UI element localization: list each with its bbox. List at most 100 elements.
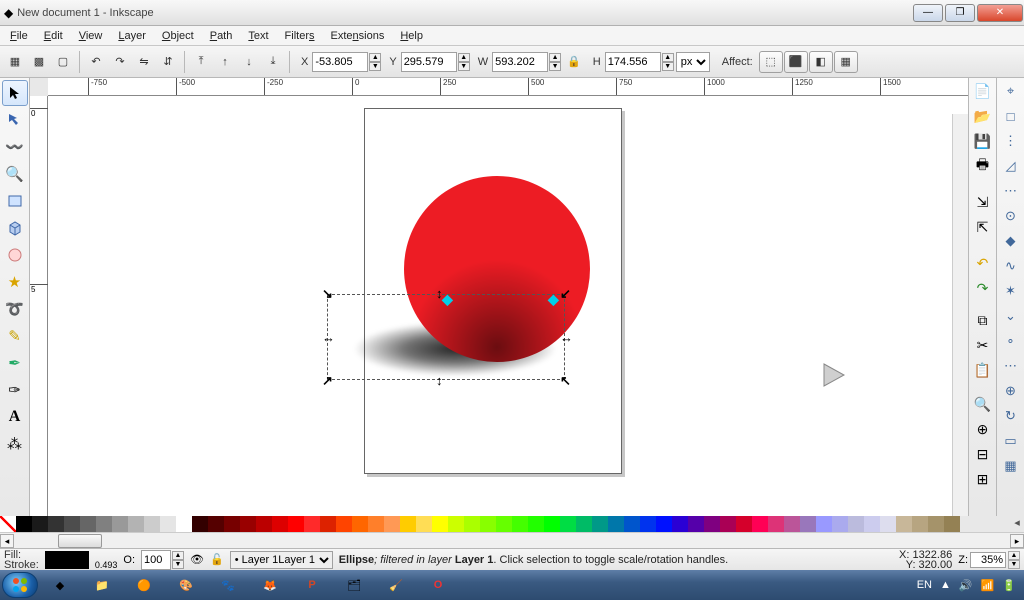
start-button[interactable] bbox=[2, 572, 38, 598]
tray-flag-icon[interactable]: ▲ bbox=[940, 579, 951, 591]
color-swatch[interactable] bbox=[448, 516, 464, 532]
color-swatch[interactable] bbox=[800, 516, 816, 532]
color-swatch[interactable] bbox=[528, 516, 544, 532]
color-swatch[interactable] bbox=[160, 516, 176, 532]
selector-tool[interactable] bbox=[2, 80, 28, 106]
down-arrow-icon[interactable]: ▼ bbox=[458, 62, 470, 71]
menu-file[interactable]: File bbox=[4, 28, 34, 44]
snap-cusp-button[interactable]: ⌄ bbox=[1000, 305, 1022, 327]
node-handle[interactable]: ◆ bbox=[548, 294, 558, 304]
affect-corners-button[interactable]: ⬛ bbox=[784, 51, 808, 73]
undo-button[interactable]: ↶ bbox=[972, 252, 994, 274]
resize-handle-w[interactable]: ↔ bbox=[322, 333, 332, 343]
pencil-tool[interactable]: ✎ bbox=[2, 323, 28, 349]
taskbar-firefox-icon[interactable]: 🦊 bbox=[250, 572, 290, 598]
w-input[interactable] bbox=[492, 52, 548, 72]
y-input[interactable] bbox=[401, 52, 457, 72]
color-swatch[interactable] bbox=[208, 516, 224, 532]
calligraphy-tool[interactable]: ✑ bbox=[2, 377, 28, 403]
color-swatch[interactable] bbox=[176, 516, 192, 532]
no-color-swatch[interactable] bbox=[0, 516, 16, 532]
lower-bottom-button[interactable]: ⤓ bbox=[262, 51, 284, 73]
color-swatch[interactable] bbox=[16, 516, 32, 532]
vertical-ruler[interactable]: 0 5 bbox=[30, 96, 48, 516]
print-button[interactable]: 🖶 bbox=[972, 155, 994, 177]
palette-menu-button[interactable]: ◂ bbox=[1010, 516, 1024, 532]
color-swatch[interactable] bbox=[672, 516, 688, 532]
up-arrow-icon[interactable]: ▲ bbox=[662, 53, 674, 62]
spiral-tool[interactable]: ➰ bbox=[2, 296, 28, 322]
color-swatch[interactable] bbox=[64, 516, 80, 532]
resize-handle-nw[interactable]: ↘ bbox=[322, 289, 332, 299]
new-doc-button[interactable]: 📄 bbox=[972, 80, 994, 102]
affect-pattern-button[interactable]: ▦ bbox=[834, 51, 858, 73]
select-all-layers-button[interactable]: ▩ bbox=[28, 51, 50, 73]
affect-gradient-button[interactable]: ◧ bbox=[809, 51, 833, 73]
menu-text[interactable]: Text bbox=[242, 28, 274, 44]
resize-handle-ne[interactable]: ↙ bbox=[560, 289, 570, 299]
menu-help[interactable]: Help bbox=[394, 28, 429, 44]
text-tool[interactable]: A bbox=[2, 404, 28, 430]
snap-node-button[interactable]: ◆ bbox=[1000, 230, 1022, 252]
color-swatch[interactable] bbox=[560, 516, 576, 532]
taskbar-inkscape-icon[interactable]: ◆ bbox=[40, 572, 80, 598]
color-swatch[interactable] bbox=[880, 516, 896, 532]
zoom-input[interactable] bbox=[970, 552, 1006, 568]
color-swatch[interactable] bbox=[112, 516, 128, 532]
color-swatch[interactable] bbox=[928, 516, 944, 532]
color-swatch[interactable] bbox=[944, 516, 960, 532]
redo-button[interactable]: ↷ bbox=[972, 277, 994, 299]
taskbar-powerpoint-icon[interactable]: P bbox=[292, 572, 332, 598]
color-swatch[interactable] bbox=[592, 516, 608, 532]
lock-icon[interactable]: 🔒 bbox=[567, 55, 581, 68]
rotate-cw-button[interactable]: ↷ bbox=[109, 51, 131, 73]
snap-object-center-button[interactable]: ⊕ bbox=[1000, 380, 1022, 402]
opacity-input[interactable] bbox=[141, 550, 171, 570]
taskbar-explorer-icon[interactable]: 📁 bbox=[82, 572, 122, 598]
snap-smooth-button[interactable]: ∘ bbox=[1000, 330, 1022, 352]
vertical-scrollbar[interactable] bbox=[952, 114, 968, 516]
taskbar-gimp-icon[interactable]: 🐾 bbox=[208, 572, 248, 598]
color-swatch[interactable] bbox=[912, 516, 928, 532]
color-swatch[interactable] bbox=[688, 516, 704, 532]
color-swatch[interactable] bbox=[96, 516, 112, 532]
flip-v-button[interactable]: ⇵ bbox=[157, 51, 179, 73]
snap-center-button[interactable]: ⊙ bbox=[1000, 205, 1022, 227]
spray-tool[interactable]: ⁂ bbox=[2, 431, 28, 457]
y-spinner[interactable]: ▲▼ bbox=[401, 52, 470, 72]
scroll-thumb[interactable] bbox=[58, 534, 102, 548]
zoom-fit-button[interactable]: 🔍 bbox=[972, 393, 994, 415]
resize-handle-e[interactable]: ↔ bbox=[560, 333, 570, 343]
color-swatch[interactable] bbox=[240, 516, 256, 532]
cut-button[interactable]: ✂ bbox=[972, 334, 994, 356]
ellipse-tool[interactable] bbox=[2, 242, 28, 268]
color-swatch[interactable] bbox=[304, 516, 320, 532]
color-swatch[interactable] bbox=[608, 516, 624, 532]
duplicate-button[interactable]: ⊟ bbox=[972, 443, 994, 465]
color-swatch[interactable] bbox=[864, 516, 880, 532]
color-swatch[interactable] bbox=[480, 516, 496, 532]
menu-edit[interactable]: Edit bbox=[38, 28, 69, 44]
color-swatch[interactable] bbox=[272, 516, 288, 532]
color-swatch[interactable] bbox=[256, 516, 272, 532]
color-swatch[interactable] bbox=[896, 516, 912, 532]
menu-filters[interactable]: Filters bbox=[279, 28, 321, 44]
rotate-ccw-button[interactable]: ↶ bbox=[85, 51, 107, 73]
tray-battery-icon[interactable]: 🔋 bbox=[1002, 579, 1016, 592]
w-spinner[interactable]: ▲▼ bbox=[492, 52, 561, 72]
menu-layer[interactable]: Layer bbox=[112, 28, 152, 44]
down-arrow-icon[interactable]: ▼ bbox=[549, 62, 561, 71]
color-swatch[interactable] bbox=[144, 516, 160, 532]
up-arrow-icon[interactable]: ▲ bbox=[549, 53, 561, 62]
color-swatch[interactable] bbox=[752, 516, 768, 532]
snap-corner-button[interactable]: ◿ bbox=[1000, 155, 1022, 177]
color-swatch[interactable] bbox=[352, 516, 368, 532]
layer-select[interactable]: • Layer 1Layer 1 bbox=[230, 551, 333, 569]
resize-handle-s[interactable]: ↕ bbox=[436, 376, 446, 386]
taskbar-paint-icon[interactable]: 🎨 bbox=[166, 572, 206, 598]
color-swatch[interactable] bbox=[320, 516, 336, 532]
color-swatch[interactable] bbox=[496, 516, 512, 532]
tray-network-icon[interactable]: 📶 bbox=[981, 579, 995, 592]
snap-bbox-button[interactable]: □ bbox=[1000, 105, 1022, 127]
tweak-tool[interactable]: 〰️ bbox=[2, 134, 28, 160]
